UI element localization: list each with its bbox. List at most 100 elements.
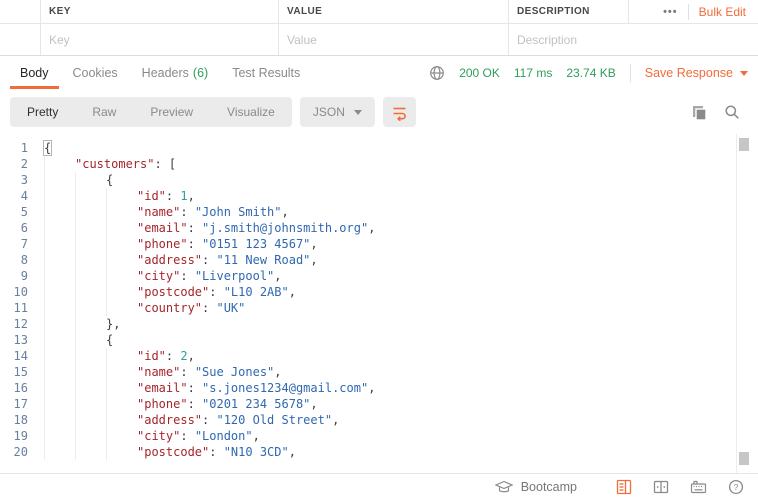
indent-guide (44, 284, 75, 300)
response-time: 117 ms (514, 66, 552, 80)
code-line[interactable]: 1{ (0, 140, 758, 156)
line-number: 11 (0, 300, 44, 316)
code-line[interactable]: 4"id": 1, (0, 188, 758, 204)
description-column-header: DESCRIPTION (517, 6, 590, 17)
indent-guide (75, 172, 106, 188)
code-content: "address": "120 Old Street", (44, 412, 339, 428)
key-column-header-cell: KEY (40, 0, 278, 23)
code-line[interactable]: 5"name": "John Smith", (0, 204, 758, 220)
indent-guide (106, 204, 137, 220)
code-content: "email": "j.smith@johnsmith.org", (44, 220, 375, 236)
line-number: 14 (0, 348, 44, 364)
release-notes-icon[interactable] (616, 479, 632, 495)
indent-guide (106, 252, 137, 268)
line-number: 15 (0, 364, 44, 380)
help-icon[interactable]: ? (728, 479, 744, 495)
code-line[interactable]: 6"email": "j.smith@johnsmith.org", (0, 220, 758, 236)
view-preview[interactable]: Preview (133, 97, 210, 127)
language-select[interactable]: JSON (300, 97, 375, 127)
tab-cookies[interactable]: Cookies (61, 56, 130, 90)
code-line[interactable]: 8"address": "11 New Road", (0, 252, 758, 268)
chevron-down-icon (354, 110, 362, 115)
tab-headers[interactable]: Headers (6) (130, 56, 221, 90)
code-line[interactable]: 18"address": "120 Old Street", (0, 412, 758, 428)
line-number: 20 (0, 444, 44, 460)
code-line[interactable]: 3{ (0, 172, 758, 188)
indent-guide (106, 284, 137, 300)
line-number: 8 (0, 252, 44, 268)
response-size: 23.74 KB (566, 66, 615, 80)
indent-guide (44, 444, 75, 460)
description-column-header-cell: DESCRIPTION (508, 0, 628, 23)
line-number: 9 (0, 268, 44, 284)
save-response-button[interactable]: Save Response (645, 66, 748, 80)
bootcamp-button[interactable]: Bootcamp (495, 480, 577, 494)
line-number: 2 (0, 156, 44, 172)
toolbar-right-icons (691, 104, 748, 121)
code-content: "name": "Sue Jones", (44, 364, 282, 380)
line-number: 6 (0, 220, 44, 236)
view-raw[interactable]: Raw (75, 97, 133, 127)
code-line[interactable]: 16"email": "s.jones1234@gmail.com", (0, 380, 758, 396)
code-content: "city": "London", (44, 428, 260, 444)
key-input[interactable] (49, 33, 267, 47)
code-line[interactable]: 10"postcode": "L10 2AB", (0, 284, 758, 300)
indent-guide (44, 156, 75, 172)
two-pane-view-icon[interactable] (653, 479, 669, 495)
code-line[interactable]: 17"phone": "0201 234 5678", (0, 396, 758, 412)
params-input-row (0, 24, 758, 56)
indent-guide (75, 396, 106, 412)
indent-guide (44, 348, 75, 364)
indent-guide (44, 204, 75, 220)
code-line[interactable]: 9"city": "Liverpool", (0, 268, 758, 284)
view-pretty[interactable]: Pretty (10, 97, 75, 127)
bulk-edit-button[interactable]: Bulk Edit (699, 5, 746, 19)
code-line[interactable]: 13{ (0, 332, 758, 348)
code-line[interactable]: 15"name": "Sue Jones", (0, 364, 758, 380)
value-column-header-cell: VALUE (278, 0, 508, 23)
indent-guide (75, 236, 106, 252)
indent-guide (44, 428, 75, 444)
more-options-icon[interactable]: ••• (663, 6, 678, 18)
actions-divider (688, 4, 689, 20)
wrap-text-button[interactable] (383, 97, 416, 127)
line-number: 12 (0, 316, 44, 332)
row-handle-column (0, 0, 40, 23)
code-content: "id": 2, (44, 348, 195, 364)
indent-guide (75, 380, 106, 396)
status-code: 200 OK (459, 66, 500, 80)
code-line[interactable]: 12}, (0, 316, 758, 332)
code-line[interactable]: 20"postcode": "N10 3CD", (0, 444, 758, 460)
code-content: "country": "UK" (44, 300, 245, 316)
indent-guide (75, 220, 106, 236)
code-content: "id": 1, (44, 188, 195, 204)
network-globe-icon[interactable] (429, 65, 445, 81)
editor-scrollbar-corner[interactable] (739, 452, 749, 465)
code-content: "address": "11 New Road", (44, 252, 318, 268)
line-number: 1 (0, 140, 44, 156)
code-line[interactable]: 7"phone": "0151 123 4567", (0, 236, 758, 252)
keyboard-shortcuts-icon[interactable] (690, 479, 707, 495)
search-icon[interactable] (724, 104, 740, 120)
tab-test-results[interactable]: Test Results (220, 56, 312, 90)
editor-scrollbar-thumb[interactable] (739, 138, 749, 151)
line-number: 13 (0, 332, 44, 348)
indent-guide (106, 236, 137, 252)
description-input[interactable] (517, 33, 746, 47)
indent-guide (106, 300, 137, 316)
footer-status-bar: Bootcamp ? (0, 473, 758, 500)
code-line[interactable]: 2"customers": [ (0, 156, 758, 172)
tab-body[interactable]: Body (8, 56, 61, 90)
code-line[interactable]: 19"city": "London", (0, 428, 758, 444)
indent-guide (75, 284, 106, 300)
editor-scrollbar-track (736, 134, 737, 473)
code-line[interactable]: 11"country": "UK" (0, 300, 758, 316)
line-number: 16 (0, 380, 44, 396)
code-line[interactable]: 14"id": 2, (0, 348, 758, 364)
response-body-editor[interactable]: 1{2"customers": [3{4"id": 1,5"name": "Jo… (0, 134, 758, 473)
value-input[interactable] (287, 33, 497, 47)
key-column-header: KEY (49, 6, 71, 17)
copy-icon[interactable] (691, 104, 707, 121)
indent-guide (75, 412, 106, 428)
view-visualize[interactable]: Visualize (210, 97, 292, 127)
